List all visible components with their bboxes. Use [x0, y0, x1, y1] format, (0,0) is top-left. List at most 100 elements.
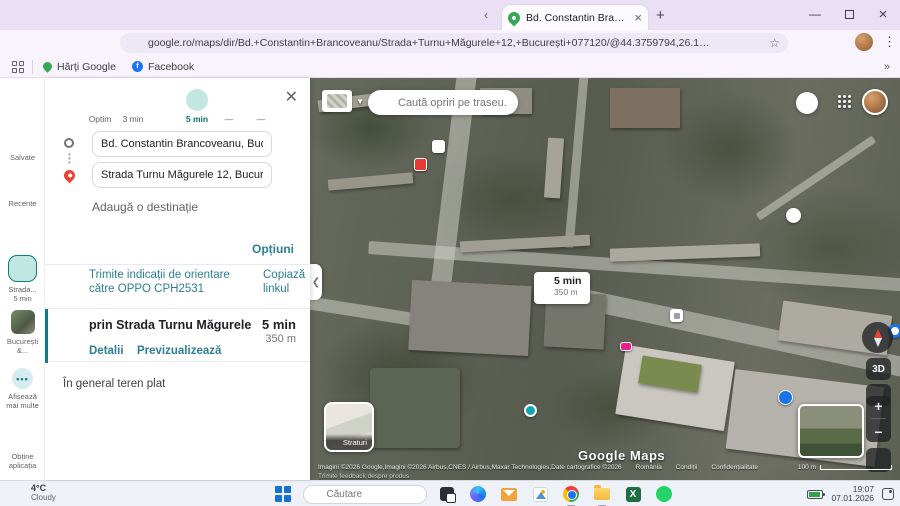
tray-expand-icon[interactable]: [723, 488, 736, 501]
tab-close-icon[interactable]: ×: [634, 10, 642, 25]
back-button[interactable]: [9, 35, 25, 51]
file-explorer-button[interactable]: [591, 483, 613, 505]
chevron-down-icon[interactable]: ▼: [356, 97, 364, 106]
downloads-icon[interactable]: [830, 35, 845, 50]
options-link[interactable]: Opțiuni: [252, 242, 294, 256]
route-option-card[interactable]: prin Strada Turnu Măgurele 5 min 350 m D…: [45, 308, 310, 362]
account-avatar[interactable]: [862, 89, 888, 115]
excel-button[interactable]: X: [622, 483, 644, 505]
bookmark-facebook[interactable]: fFacebook: [132, 61, 194, 73]
add-destination-row[interactable]: Adaugă o destinație: [45, 195, 310, 219]
start-button[interactable]: [272, 483, 294, 505]
wifi-icon[interactable]: [765, 488, 778, 501]
close-directions-icon[interactable]: ✕: [285, 90, 298, 106]
whatsapp-button[interactable]: [653, 483, 675, 505]
taskbar-search[interactable]: [303, 485, 427, 504]
compass-control[interactable]: [862, 322, 893, 353]
volume-icon[interactable]: [786, 488, 799, 501]
marker-elite-skin[interactable]: [524, 404, 537, 417]
mini-map-selector[interactable]: ▼: [322, 90, 352, 112]
send-to-phone-link[interactable]: Trimite indicații de orientare către OPP…: [89, 268, 235, 296]
marker-gradinita[interactable]: [786, 208, 801, 223]
marker-meridian[interactable]: [670, 309, 683, 322]
feedback-link[interactable]: Trimite feedback despre produs: [318, 473, 409, 480]
mail-button[interactable]: [498, 483, 520, 505]
window-close-button[interactable]: ×: [866, 0, 900, 28]
maps-menu-button[interactable]: [0, 94, 45, 117]
route-callout[interactable]: 5 min 350 m: [534, 272, 590, 304]
attr-link-terms[interactable]: Condiții: [676, 464, 698, 471]
marker-selgros[interactable]: [778, 390, 793, 405]
3d-button[interactable]: 3D: [866, 358, 891, 380]
collapse-panel-tab[interactable]: ❮: [310, 264, 322, 300]
mode-flight-icon[interactable]: [250, 89, 272, 111]
side-panel-icon[interactable]: [805, 35, 820, 50]
photos-button[interactable]: [529, 483, 551, 505]
onedrive-icon[interactable]: [744, 488, 757, 501]
tab-organize-icon[interactable]: [22, 6, 36, 20]
swap-locations-icon[interactable]: [282, 142, 300, 160]
rail-item-get-app[interactable]: Obține aplicația: [0, 426, 45, 470]
rail-item-recents[interactable]: Recente: [0, 176, 45, 208]
rail-item-current-route[interactable]: Strada...5 min: [0, 255, 45, 303]
new-tab-button[interactable]: +: [656, 7, 665, 24]
send-to-device-icon[interactable]: [745, 36, 759, 50]
mode-drive-icon[interactable]: [122, 89, 144, 111]
chrome-button[interactable]: [560, 483, 582, 505]
terrain-summary-row[interactable]: În general teren plat: [45, 370, 310, 400]
browser-profile-avatar[interactable]: [855, 33, 873, 51]
zoom-in-button[interactable]: +: [874, 398, 882, 414]
window-maximize-button[interactable]: [832, 0, 866, 28]
weather-widget[interactable]: 4°C Cloudy: [8, 483, 56, 502]
search-input[interactable]: [398, 97, 508, 109]
mode-bike-icon[interactable]: [218, 89, 240, 111]
route-details-link[interactable]: Detalii: [89, 345, 124, 357]
chrome-icon: [563, 486, 579, 502]
google-apps-icon[interactable]: [838, 95, 851, 108]
site-info-icon[interactable]: [128, 37, 141, 50]
marker-farmacia[interactable]: [414, 158, 427, 171]
attr-link-romania[interactable]: România: [636, 464, 662, 471]
mode-walk-icon[interactable]: [186, 89, 208, 111]
layers-button[interactable]: Straturi: [324, 402, 374, 452]
map-search-box[interactable]: [368, 90, 518, 115]
forward-button[interactable]: [34, 35, 50, 51]
bookmark-star-icon[interactable]: ☆: [769, 36, 780, 50]
copy-link-button[interactable]: Copiază linkul: [263, 268, 309, 296]
apps-grid-icon[interactable]: [12, 61, 24, 73]
categories-more-button[interactable]: [796, 92, 818, 114]
notifications-icon[interactable]: [882, 488, 894, 500]
streetview-preview[interactable]: [798, 404, 864, 458]
location-icon[interactable]: [721, 36, 735, 50]
bookmarks-overflow-icon[interactable]: »: [884, 61, 890, 73]
transit-line-badge[interactable]: [620, 342, 632, 351]
battery-icon[interactable]: [807, 490, 823, 499]
address-bar[interactable]: google.ro/maps/dir/Bd.+Constantin+Branco…: [120, 33, 788, 53]
route-preview-link[interactable]: Previzualizează: [137, 345, 221, 357]
url-text[interactable]: google.ro/maps/dir/Bd.+Constantin+Branco…: [148, 37, 711, 49]
destination-input[interactable]: [101, 169, 263, 181]
taskbar-search-input[interactable]: [327, 489, 419, 500]
send-to-phone-icon[interactable]: [61, 272, 78, 289]
mode-best-icon[interactable]: [89, 89, 111, 111]
bookmark-h-r-i-google[interactable]: Hărți Google: [43, 61, 116, 73]
browser-menu-icon[interactable]: ⋮: [883, 34, 896, 50]
home-button[interactable]: [84, 35, 100, 51]
map-canvas[interactable]: 5 min 350 m ▼ ❮ Straturi 3D: [310, 78, 900, 480]
rail-item-saved[interactable]: Salvate: [0, 130, 45, 162]
rail-item-show-more[interactable]: ••• Afișează mai multe: [0, 368, 45, 410]
copilot-button[interactable]: [467, 483, 489, 505]
transit-stop-badge[interactable]: [432, 140, 445, 153]
link-icon[interactable]: [243, 274, 258, 289]
zoom-out-button[interactable]: −: [874, 424, 882, 440]
task-view-button[interactable]: [436, 483, 458, 505]
origin-input[interactable]: [101, 138, 263, 150]
browser-tab[interactable]: Bd. Constantin Brancoveanu către ×: [502, 5, 648, 30]
taskbar-clock[interactable]: 19:07 07.01.2026: [831, 485, 874, 504]
reload-button[interactable]: [59, 35, 75, 51]
tab-scroll-left-icon[interactable]: ‹: [484, 8, 488, 22]
mode-transit-icon[interactable]: [154, 89, 176, 111]
attr-link-privacy[interactable]: Confidențialitate: [711, 464, 758, 471]
rail-item-bucuresti-map[interactable]: București &...: [0, 310, 45, 355]
window-minimize-button[interactable]: —: [798, 0, 832, 28]
